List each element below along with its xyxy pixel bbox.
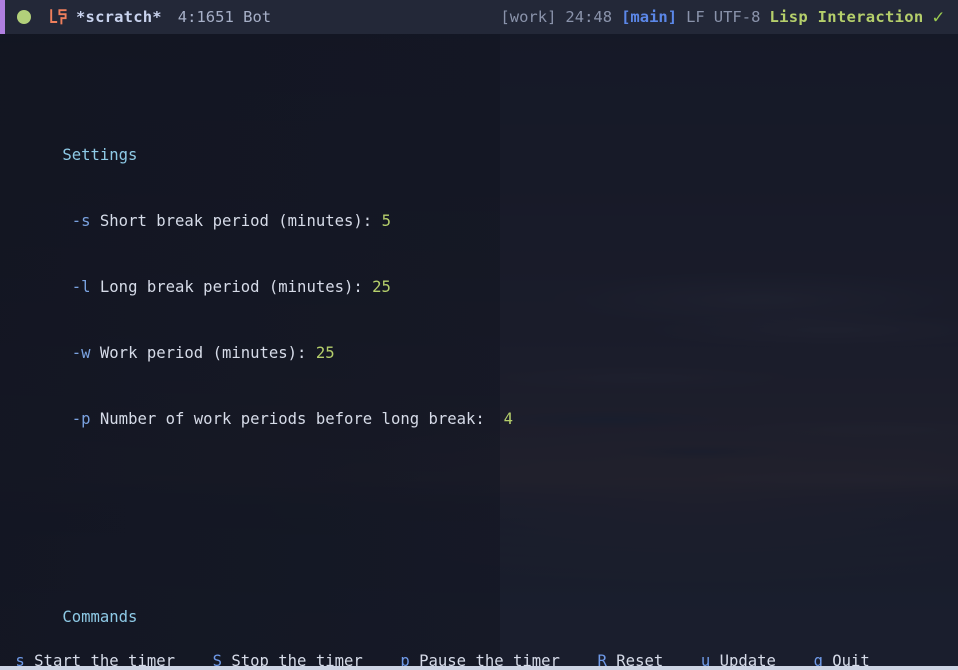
setting-value[interactable]: 5: [382, 212, 391, 230]
clock: 24:48: [565, 8, 613, 26]
setting-label: Short break period (minutes):: [90, 212, 382, 230]
header-bar: *scratch* 4:1651 Bot [work] 24:48 [main]…: [0, 0, 958, 34]
setting-value[interactable]: 25: [316, 344, 335, 362]
setting-value[interactable]: 4: [504, 410, 513, 428]
encoding: UTF-8: [713, 8, 761, 26]
command-key-stop[interactable]: S: [213, 652, 222, 666]
setting-row-short-break[interactable]: -s Short break period (minutes): 5: [6, 188, 958, 230]
command-label-stop[interactable]: Stop the timer: [222, 652, 362, 666]
commands-heading-label: Commands: [62, 608, 138, 626]
command-key-update[interactable]: u: [701, 652, 710, 666]
accent-bar: [0, 0, 5, 34]
line-ending: LF: [686, 8, 705, 26]
command-label-start[interactable]: Start the timer: [25, 652, 175, 666]
lisp-logo-icon: [49, 7, 69, 27]
setting-row-long-break[interactable]: -l Long break period (minutes): 25: [6, 254, 958, 296]
project-name: [work]: [500, 8, 557, 26]
command-key-quit[interactable]: q: [813, 652, 822, 666]
setting-value[interactable]: 25: [372, 278, 391, 296]
setting-label: Number of work periods before long break…: [90, 410, 504, 428]
setting-row-work-period[interactable]: -w Work period (minutes): 25: [6, 320, 958, 362]
buffer-name[interactable]: *scratch*: [76, 8, 162, 26]
modified-dot-icon: [17, 10, 31, 24]
settings-heading-label: Settings: [62, 146, 138, 164]
command-key-reset[interactable]: R: [598, 652, 607, 666]
command-key-start[interactable]: s: [15, 652, 24, 666]
command-label-quit[interactable]: Quit: [823, 652, 870, 666]
emacs-frame: *scratch* 4:1651 Bot [work] 24:48 [main]…: [0, 0, 958, 670]
check-icon: ✓: [932, 5, 944, 28]
setting-row-periods-before-long-break[interactable]: -p Number of work periods before long br…: [6, 386, 958, 428]
vcs-branch[interactable]: [main]: [621, 8, 677, 26]
commands-heading: Commands: [6, 584, 958, 626]
setting-flag: -w: [71, 344, 91, 362]
command-label-update[interactable]: Update: [710, 652, 776, 666]
settings-heading: Settings: [6, 122, 958, 164]
command-key-pause[interactable]: p: [400, 652, 409, 666]
setting-flag: -s: [71, 212, 91, 230]
major-mode[interactable]: Lisp Interaction: [769, 8, 923, 26]
setting-flag: -l: [71, 278, 91, 296]
setting-label: Work period (minutes):: [90, 344, 316, 362]
command-label-reset[interactable]: Reset: [607, 652, 663, 666]
setting-flag: -p: [71, 410, 91, 428]
commands-row: s Start the timer S Stop the timer p Pau…: [6, 650, 958, 666]
buffer-position: 4:1651 Bot: [177, 8, 272, 26]
header-right-group: [work] 24:48 [main] LF UTF-8 Lisp Intera…: [500, 5, 958, 28]
buffer-content[interactable]: Settings -s Short break period (minutes)…: [0, 34, 958, 666]
command-label-pause[interactable]: Pause the timer: [410, 652, 560, 666]
setting-label: Long break period (minutes):: [90, 278, 373, 296]
mode-line: [0, 666, 958, 670]
